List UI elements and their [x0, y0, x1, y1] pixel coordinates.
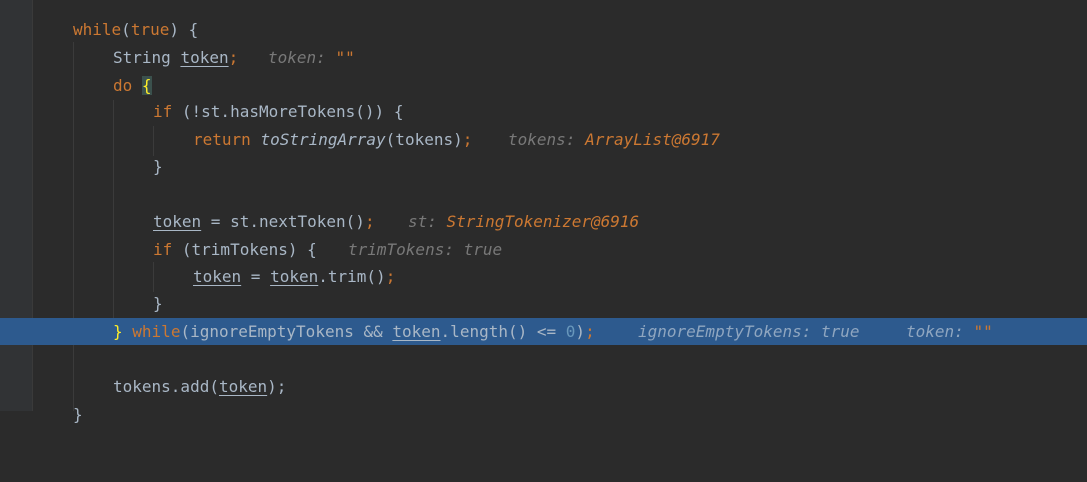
semicolon: ; [385, 267, 396, 286]
line-content: String token; [113, 44, 238, 71]
brace: } [153, 294, 163, 313]
code-line-return[interactable]: return toStringArray(tokens); tokens: Ar… [0, 126, 1087, 153]
method-to-string-array: toStringArray [260, 130, 386, 149]
line-content: if (trimTokens) { [153, 236, 317, 263]
variable-token: token [270, 267, 319, 286]
line-content: token = token.trim(); [193, 263, 395, 290]
code-line-close-while[interactable]: } [0, 401, 1087, 428]
condition: (trimTokens) { [172, 240, 317, 259]
matched-brace: { [141, 76, 152, 95]
code-line-while-condition-current[interactable]: } while(ignoreEmptyTokens && token.lengt… [0, 318, 1087, 345]
code-editor[interactable]: while(true) { String token; token: "" do… [0, 0, 1087, 424]
code-line-next-token[interactable]: token = st.nextToken(); st: StringTokeni… [0, 208, 1087, 235]
hint-label: token: [906, 322, 974, 341]
number-literal: 0 [565, 322, 576, 341]
variable-token: token [392, 322, 441, 341]
line-content: } while(ignoreEmptyTokens && token.lengt… [113, 318, 595, 345]
inline-debug-hint: ignoreEmptyTokens: true [638, 318, 860, 345]
line-content: tokens.add(token); [113, 373, 286, 400]
keyword-while: while [73, 20, 122, 39]
code-line-declare-token[interactable]: String token; token: "" [0, 44, 1087, 71]
code-line-if-trim[interactable]: if (trimTokens) { trimTokens: true [0, 236, 1087, 263]
inline-debug-hint: token: "" [268, 44, 355, 71]
code-line-do[interactable]: do { [0, 72, 1087, 99]
keyword-while: while [132, 322, 181, 341]
hint-label: token: [268, 48, 336, 67]
line-content: if (!st.hasMoreTokens()) { [153, 98, 403, 125]
code-line-while-true[interactable]: while(true) { [0, 16, 1087, 43]
code-line-tokens-add[interactable]: tokens.add(token); [0, 373, 1087, 400]
line-content: while(true) { [73, 16, 198, 43]
paren-brace: ) { [169, 20, 199, 39]
line-content: do { [113, 72, 152, 99]
variable-token: token [153, 212, 202, 231]
paren-semicolon: ); [267, 377, 287, 396]
keyword-if: if [153, 240, 173, 259]
method-call: st.nextToken() [230, 212, 365, 231]
semicolon: ; [585, 322, 595, 341]
line-content: } [73, 401, 83, 428]
type-string: String [113, 48, 171, 67]
variable-token: token [180, 48, 229, 67]
keyword-true: true [130, 20, 170, 39]
line-content: token = st.nextToken(); [153, 208, 375, 235]
brace: } [153, 157, 163, 176]
inline-debug-hint: tokens: ArrayList@6917 [508, 126, 720, 153]
inline-debug-hint: st: StringTokenizer@6916 [408, 208, 639, 235]
argument: (tokens) [385, 130, 463, 149]
operator-assign: = [241, 267, 271, 286]
paren: ( [121, 20, 131, 39]
inline-debug-hint: token: "" [906, 318, 993, 345]
semicolon: ; [364, 212, 375, 231]
hint-value: ArrayList@6917 [585, 130, 720, 149]
keyword-return: return [193, 130, 251, 149]
method-call: .trim() [318, 267, 386, 286]
inline-debug-hint: trimTokens: true [348, 236, 502, 263]
semicolon: ; [228, 48, 239, 67]
line-content: } [153, 290, 163, 317]
paren: ) [575, 322, 586, 341]
code-line-close-trim[interactable]: } [0, 290, 1087, 317]
hint-label: ignoreEmptyTokens: true [638, 322, 860, 341]
variable-token: token [193, 267, 242, 286]
code-line-if-has-more[interactable]: if (!st.hasMoreTokens()) { [0, 98, 1087, 125]
code-line-close-if[interactable]: } [0, 153, 1087, 180]
hint-label: trimTokens: true [348, 240, 503, 259]
hint-label: tokens: [508, 130, 586, 149]
method-call: .length() <= [440, 322, 566, 341]
hint-value: "" [335, 48, 355, 67]
condition: (!st.hasMoreTokens()) { [172, 102, 404, 121]
operator-assign: = [201, 212, 231, 231]
code-line-trim[interactable]: token = token.trim(); [0, 263, 1087, 290]
hint-label: st: [408, 212, 447, 231]
keyword-do: do [113, 76, 133, 95]
keyword-if: if [153, 102, 173, 121]
matched-brace: } [113, 322, 123, 341]
semicolon: ; [462, 130, 473, 149]
line-content: } [153, 153, 163, 180]
hint-value: "" [973, 322, 993, 341]
condition-start: (ignoreEmptyTokens && [180, 322, 393, 341]
method-call: tokens.add( [113, 377, 219, 396]
line-content: return toStringArray(tokens); [193, 126, 472, 153]
variable-token: token [218, 377, 268, 396]
hint-value: StringTokenizer@6916 [446, 212, 640, 231]
brace: } [73, 405, 83, 424]
